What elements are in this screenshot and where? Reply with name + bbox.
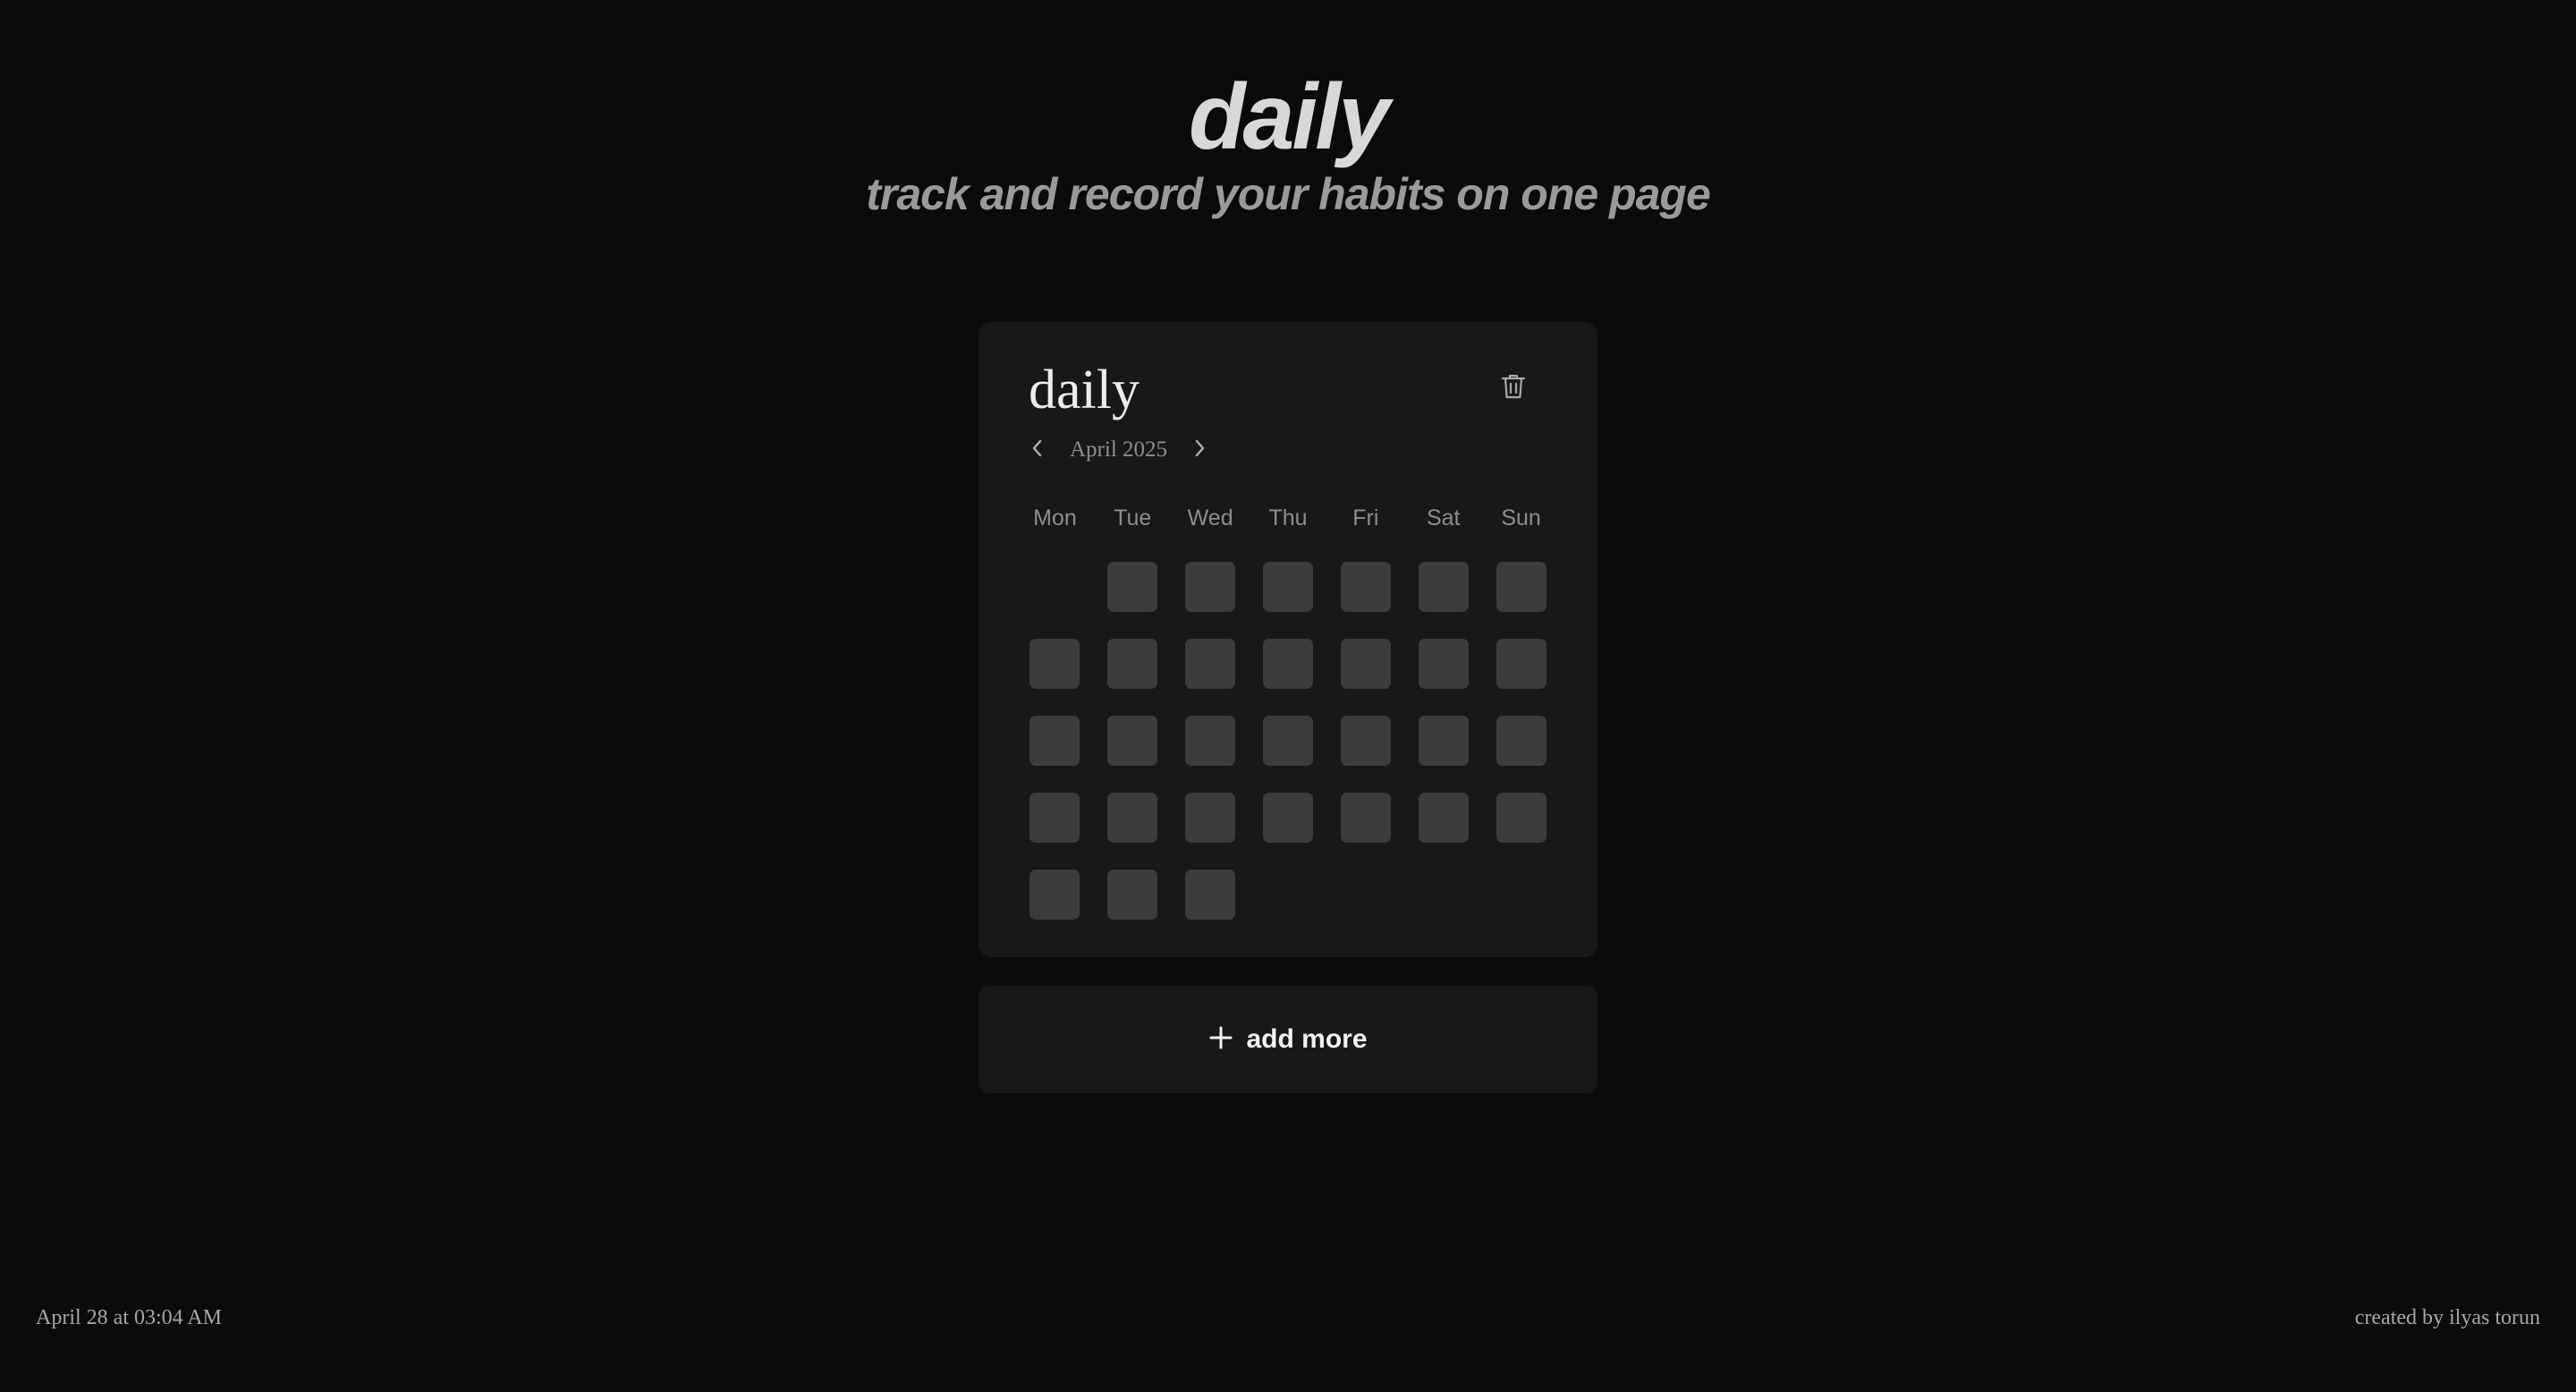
day-checkbox[interactable] xyxy=(1496,793,1546,843)
day-cell xyxy=(1094,562,1172,639)
weekday-header: Mon Tue Wed Thu Fri Sat Sun xyxy=(1016,503,1560,533)
day-cell xyxy=(1326,793,1404,870)
day-checkbox[interactable] xyxy=(1185,639,1236,689)
day-checkbox[interactable] xyxy=(1262,793,1313,843)
day-checkbox[interactable] xyxy=(1418,716,1469,766)
day-cell xyxy=(1016,793,1094,870)
day-checkbox[interactable] xyxy=(1185,793,1236,843)
day-checkbox[interactable] xyxy=(1418,639,1469,689)
day-checkbox[interactable] xyxy=(1107,716,1158,766)
day-checkbox[interactable] xyxy=(1185,870,1236,920)
habit-title[interactable]: daily xyxy=(1029,358,1140,422)
current-timestamp: April 28 at 03:04 AM xyxy=(36,1306,222,1329)
weekday-label: Thu xyxy=(1268,505,1308,530)
day-cell xyxy=(1482,793,1560,870)
day-cell xyxy=(1094,870,1172,946)
day-checkbox[interactable] xyxy=(1340,562,1391,612)
day-cell xyxy=(1404,639,1482,716)
day-checkbox[interactable] xyxy=(1262,562,1313,612)
weekday-label: Fri xyxy=(1352,505,1379,530)
day-cell xyxy=(1326,639,1404,716)
day-cell xyxy=(1326,562,1404,639)
habit-card: daily April 2025 Mon Tue Wed Thu Fri Sat Sun xyxy=(979,322,1597,957)
day-checkbox[interactable] xyxy=(1418,562,1469,612)
weekday-label: Mon xyxy=(1033,505,1077,530)
calendar-grid xyxy=(1016,562,1560,946)
day-cell xyxy=(1404,716,1482,793)
day-cell xyxy=(1172,639,1250,716)
day-cell xyxy=(1482,562,1560,639)
day-cell xyxy=(1016,716,1094,793)
day-cell xyxy=(1172,716,1250,793)
day-cell xyxy=(1172,562,1250,639)
day-cell xyxy=(1482,639,1560,716)
day-checkbox[interactable] xyxy=(1030,870,1080,920)
day-checkbox[interactable] xyxy=(1496,562,1546,612)
day-cell xyxy=(1250,793,1327,870)
day-cell xyxy=(1250,639,1327,716)
day-checkbox[interactable] xyxy=(1107,793,1158,843)
day-cell xyxy=(1404,793,1482,870)
day-checkbox[interactable] xyxy=(1418,793,1469,843)
weekday-label: Sun xyxy=(1501,505,1541,530)
day-checkbox[interactable] xyxy=(1185,716,1236,766)
month-label: April 2025 xyxy=(1070,437,1168,462)
trash-icon xyxy=(1500,372,1527,405)
day-cell xyxy=(1094,716,1172,793)
day-checkbox[interactable] xyxy=(1262,639,1313,689)
day-cell xyxy=(1326,716,1404,793)
weekday-label: Tue xyxy=(1114,505,1152,530)
day-checkbox[interactable] xyxy=(1030,793,1080,843)
app-subtitle: track and record your habits on one page xyxy=(866,169,1711,219)
chevron-right-icon xyxy=(1192,438,1207,463)
app-title: daily xyxy=(1189,65,1390,169)
add-more-label: add more xyxy=(1246,1024,1368,1054)
page-header: daily track and record your habits on on… xyxy=(0,68,2576,220)
day-checkbox[interactable] xyxy=(1496,716,1546,766)
day-checkbox[interactable] xyxy=(1340,716,1391,766)
day-cell xyxy=(1250,716,1327,793)
weekday-label: Wed xyxy=(1187,505,1233,530)
weekday-label: Sat xyxy=(1426,505,1461,530)
next-month-button[interactable] xyxy=(1183,433,1216,467)
day-cell xyxy=(1172,870,1250,946)
delete-habit-button[interactable] xyxy=(1494,369,1533,408)
day-cell xyxy=(1094,793,1172,870)
day-cell xyxy=(1172,793,1250,870)
day-cell xyxy=(1482,716,1560,793)
day-checkbox[interactable] xyxy=(1107,870,1158,920)
credit-text: created by ilyas torun xyxy=(2354,1306,2540,1329)
day-checkbox[interactable] xyxy=(1185,562,1236,612)
prev-month-button[interactable] xyxy=(1021,433,1054,467)
add-more-button[interactable]: add more xyxy=(979,986,1597,1093)
day-checkbox[interactable] xyxy=(1107,639,1158,689)
day-cell xyxy=(1016,870,1094,946)
day-checkbox[interactable] xyxy=(1340,793,1391,843)
day-checkbox[interactable] xyxy=(1030,716,1080,766)
month-navigation: April 2025 xyxy=(1021,433,1216,467)
day-checkbox[interactable] xyxy=(1107,562,1158,612)
empty-cell xyxy=(1016,562,1094,639)
chevron-left-icon xyxy=(1030,438,1045,463)
plus-icon xyxy=(1208,1025,1233,1055)
day-cell xyxy=(1016,639,1094,716)
day-cell xyxy=(1404,562,1482,639)
day-checkbox[interactable] xyxy=(1262,716,1313,766)
day-cell xyxy=(1094,639,1172,716)
day-checkbox[interactable] xyxy=(1030,639,1080,689)
day-checkbox[interactable] xyxy=(1340,639,1391,689)
day-checkbox[interactable] xyxy=(1496,639,1546,689)
day-cell xyxy=(1250,562,1327,639)
